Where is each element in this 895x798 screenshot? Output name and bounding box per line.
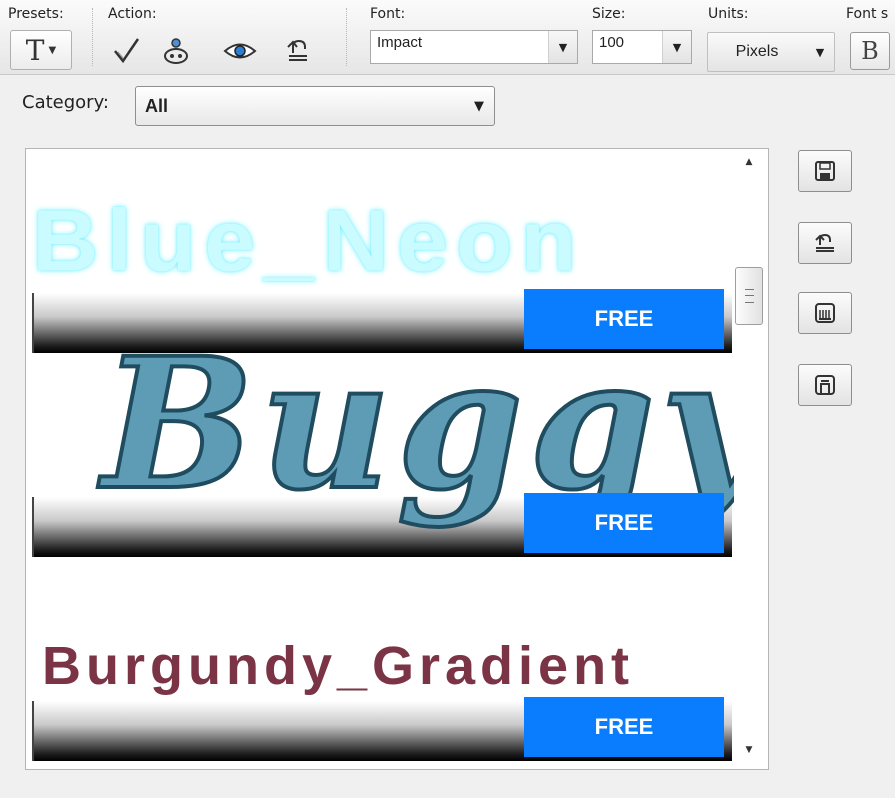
delete-icon [815,375,835,395]
chevron-down-icon: ▼ [48,44,57,56]
toolbar: Presets: T ▼ Action: Font: Impact ▼ Size… [0,0,895,75]
style-preview-text: Burgundy_Gradient [42,636,635,696]
save-icon [815,161,835,181]
chevron-down-icon[interactable]: ▼ [806,46,834,59]
reset-icon [287,39,307,61]
font-combo[interactable]: Impact ▼ [370,30,578,64]
scroll-down-arrow-icon[interactable]: ▼ [734,745,764,763]
scrollbar-thumb[interactable] [735,267,763,325]
chevron-down-icon[interactable]: ▼ [548,31,577,63]
chevron-down-icon[interactable]: ▼ [662,31,691,63]
free-badge: FREE [524,697,724,757]
style-list[interactable]: Blue_Neon FREE Buggy FREE Burgundy_Gradi… [25,148,769,770]
free-badge: FREE [524,289,724,349]
units-label: Units: [708,6,749,22]
grip-icon [744,289,754,303]
delete-style-button[interactable] [798,364,852,406]
free-badge: FREE [524,493,724,553]
text-tool-icon: T [25,33,45,67]
preview-button[interactable] [220,34,260,68]
checkmark-icon [114,38,140,64]
reset-button[interactable] [278,34,318,68]
load-icon [815,233,834,252]
style-item-burgundy-gradient[interactable]: Burgundy_Gradient FREE [32,557,734,761]
size-value: 100 [599,34,625,51]
size-combo[interactable]: 100 ▼ [592,30,692,64]
units-combo[interactable]: Pixels ▼ [707,32,835,72]
apply-style-icon [164,38,188,64]
save-style-button[interactable] [798,150,852,192]
size-label: Size: [592,6,626,22]
font-value: Impact [377,34,423,51]
style-item-blue-neon[interactable]: Blue_Neon FREE [32,149,734,353]
save-as-icon [815,303,835,323]
units-value: Pixels [735,43,779,60]
vertical-scrollbar[interactable]: ▲ ▼ [734,149,764,769]
font-style-label: Font s [846,6,889,22]
apply-style-button[interactable] [156,34,196,68]
save-as-style-button[interactable] [798,292,852,334]
category-value: All [145,95,169,116]
category-label: Category: [22,92,109,113]
category-select[interactable]: All ▼ [135,86,495,126]
scroll-up-arrow-icon[interactable]: ▲ [734,157,764,175]
eye-icon [223,43,257,59]
action-label: Action: [108,6,157,22]
load-style-button[interactable] [798,222,852,264]
toolbar-divider [92,8,93,66]
style-preview-text: Blue_Neon [32,192,585,290]
presets-button[interactable]: T ▼ [10,30,72,70]
bold-icon: B [861,37,879,65]
chevron-down-icon[interactable]: ▼ [464,99,494,114]
font-label: Font: [370,6,406,22]
toolbar-divider [346,8,347,66]
bold-button[interactable]: B [850,32,890,70]
presets-label: Presets: [8,6,64,22]
style-item-buggy[interactable]: Buggy FREE [32,353,734,557]
apply-button[interactable] [106,34,146,68]
